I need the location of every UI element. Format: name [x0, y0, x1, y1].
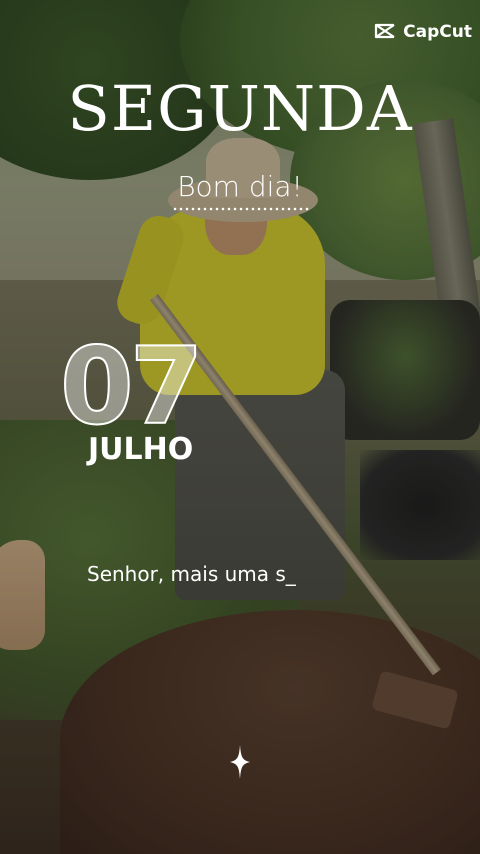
month-label: JULHO [88, 432, 194, 467]
typing-message: Senhor, mais uma s_ [87, 562, 296, 586]
dotted-divider [172, 207, 310, 211]
story-frame: CapCut SEGUNDA Bom dia! 07 07 JULHO Senh… [0, 0, 480, 854]
greeting-text: Bom dia! [177, 170, 303, 203]
weekday-title: SEGUNDA [67, 72, 413, 145]
capcut-logo-icon [375, 23, 395, 39]
capcut-watermark: CapCut [373, 20, 472, 44]
day-number: 07 [59, 324, 204, 449]
sparkle-icon [230, 745, 250, 779]
brand-name: CapCut [403, 22, 472, 42]
